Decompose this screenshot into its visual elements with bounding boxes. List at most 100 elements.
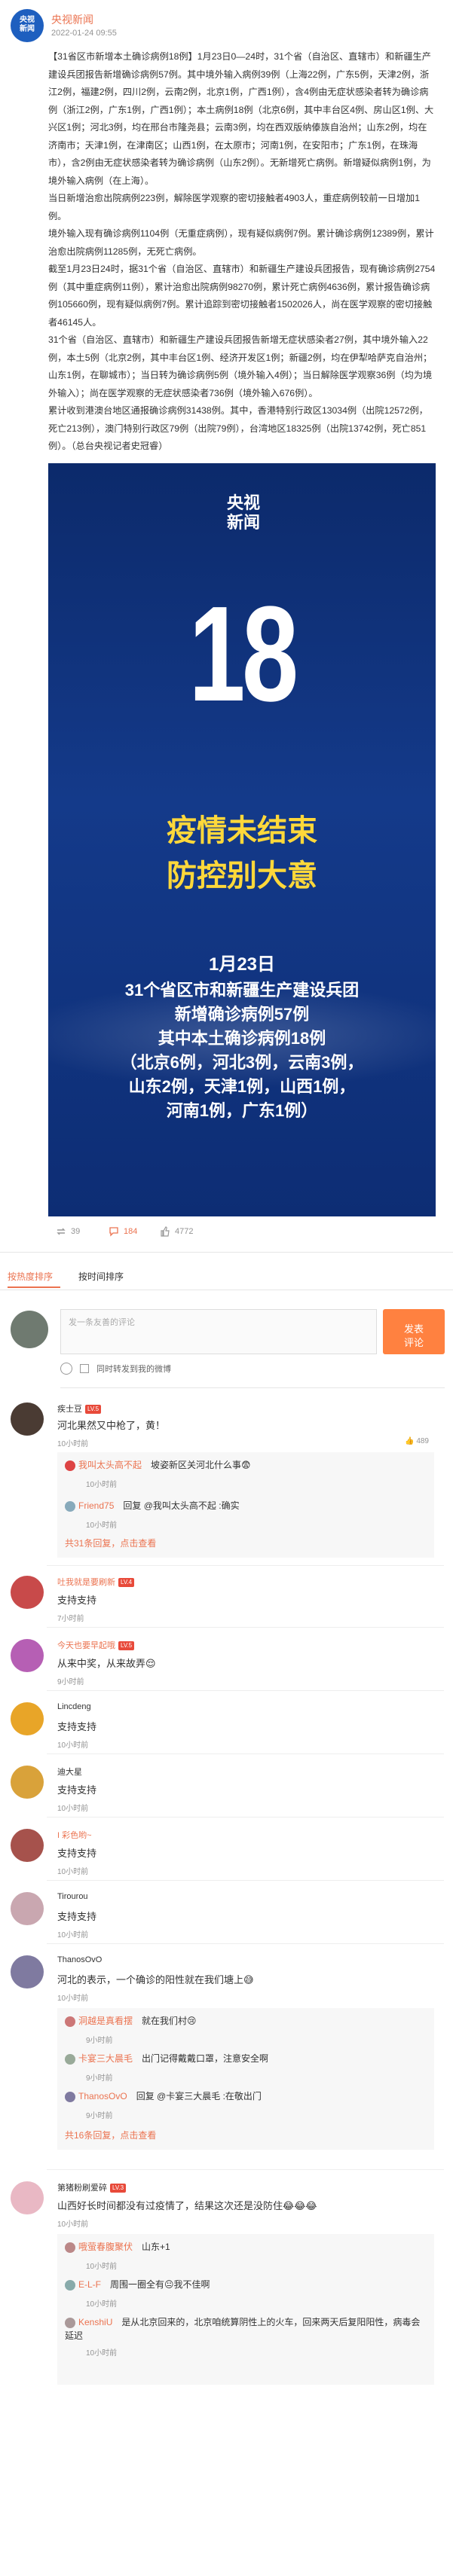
reply-avatar[interactable]: [65, 1460, 75, 1471]
repost-checkbox[interactable]: [80, 1364, 89, 1373]
poster-line: 31个省区市和新疆生产建设兵团: [124, 981, 360, 1000]
post-paragraph: 当日新增治愈出院病例223例，解除医学观察的密切接触者4903人，重症病例较前一…: [48, 193, 420, 221]
commenter-name-text: 今天也要早起哦: [57, 1641, 115, 1650]
comment-text: 支持支持: [57, 1784, 97, 1796]
post-comment-button[interactable]: 发表 评论: [383, 1309, 445, 1354]
comment-time: 10小时前: [57, 1868, 89, 1876]
reply-name[interactable]: KenshiU: [78, 2317, 112, 2327]
commenter-name[interactable]: 迪大星: [57, 1766, 82, 1778]
commenter-avatar[interactable]: [11, 2181, 44, 2214]
reply-avatar[interactable]: [65, 2091, 75, 2102]
comment-text: 从来中奖，从来故弄😌: [57, 1658, 156, 1669]
tab-sort-hot[interactable]: 按热度排序: [8, 1270, 53, 1283]
more-replies-text: 共31条回复，点击查看: [65, 1538, 157, 1549]
repost-count: 39: [71, 1227, 81, 1236]
commenter-name-text: 吐我就是要刷新: [57, 1578, 115, 1587]
reply-time: 10小时前: [86, 1481, 118, 1489]
repost-icon: [57, 1228, 66, 1235]
author-avatar[interactable]: 央视 新闻: [11, 9, 44, 42]
post-paragraph: 累计收到港澳台地区通报确诊病例31438例。其中，香港特别行政区13034例（出…: [48, 405, 428, 451]
thumbs-up-icon: [161, 1226, 170, 1237]
repost-button[interactable]: 39: [56, 1226, 80, 1237]
reply-time: 9小时前: [86, 2112, 113, 2120]
comment-time: 10小时前: [57, 1741, 89, 1750]
reply-name[interactable]: E-L-F: [78, 2279, 101, 2290]
commenter-avatar[interactable]: [11, 1766, 44, 1799]
reply-avatar[interactable]: [65, 1500, 75, 1512]
divider: [60, 1387, 445, 1388]
commenter-name[interactable]: 第猪粉刷爱碎 LV.3: [57, 2181, 127, 2193]
reply-name[interactable]: 洞越是真看摆: [78, 2016, 133, 2026]
reply-time: 10小时前: [86, 1521, 118, 1530]
comment-sort-tabs: 按热度排序 按时间排序: [0, 1264, 453, 1290]
more-replies-link[interactable]: 共31条回复，点击查看: [65, 1537, 427, 1549]
commenter-name[interactable]: Lincdeng: [57, 1702, 91, 1711]
reply-avatar[interactable]: [65, 2053, 75, 2065]
comment-time: 9小时前: [57, 1678, 84, 1686]
commenter-name[interactable]: ThanosOvO: [57, 1955, 102, 1964]
commenter-avatar[interactable]: [11, 1702, 44, 1735]
compose-tools: 同时转发到我的微博: [60, 1362, 171, 1375]
comment-text: 河北的表示，一个确诊的阳性就在我们塘上😅: [57, 1974, 254, 1985]
poster-line: 其中本土确诊病例18例: [158, 1029, 326, 1048]
reply-avatar[interactable]: [65, 2317, 75, 2328]
comment-like-button[interactable]: 👍 489: [405, 1437, 429, 1445]
commenter-avatar[interactable]: [11, 1829, 44, 1862]
comment-text: 支持支持: [57, 1911, 97, 1922]
emoji-icon[interactable]: [60, 1363, 72, 1375]
divider: [47, 2169, 444, 2170]
commenter-avatar[interactable]: [11, 1892, 44, 1925]
commenter-name[interactable]: 今天也要早起哦 LV.5: [57, 1639, 135, 1651]
poster-slogan: 疫情未结束: [167, 814, 317, 847]
commenter-name[interactable]: 吐我就是要刷新 LV.4: [57, 1576, 135, 1588]
reply-item: KenshiU 是从北京回来的，北京咱统算阴性上的火车，回来两天后复阳阳性，病毒…: [65, 2315, 427, 2358]
comment-like-count: 489: [416, 1437, 429, 1445]
comment-button[interactable]: 184: [109, 1226, 137, 1237]
reply-name[interactable]: 我叫太头高不起: [78, 1460, 142, 1470]
reply-avatar[interactable]: [65, 2016, 75, 2027]
reply-time: 10小时前: [86, 2300, 118, 2309]
post-time[interactable]: 2022-01-24 09:55: [51, 29, 117, 38]
poster-logo: 央视 新闻: [225, 493, 262, 533]
post-image[interactable]: 央视 新闻 18 疫情未结束 防控别大意 1月23日 31个省区市和新疆生产建设…: [48, 463, 436, 1216]
commenter-avatar[interactable]: [11, 1576, 44, 1609]
comment-text: 支持支持: [57, 1721, 97, 1732]
poster-slogan: 防控别大意: [167, 859, 317, 893]
reply-name[interactable]: Friend75: [78, 1500, 114, 1511]
reply-text: 周围一圈全有😐我不佳啊: [110, 2279, 210, 2290]
like-button[interactable]: 4772: [160, 1226, 193, 1237]
reply-time: 10小时前: [86, 2263, 118, 2271]
post-actions: 39 184 4772: [48, 1226, 436, 1241]
comment-icon: [109, 1227, 118, 1237]
more-replies-link[interactable]: 共16条回复，点击查看: [65, 2129, 427, 2141]
level-badge: LV.4: [118, 1578, 135, 1588]
commenter-name[interactable]: Tirourou: [57, 1892, 88, 1901]
commenter-name[interactable]: 疾士豆 LV.5: [57, 1402, 102, 1415]
reply-avatar[interactable]: [65, 2279, 75, 2291]
divider: [47, 1880, 444, 1881]
poster-date: 1月23日: [208, 954, 276, 975]
divider: [47, 1817, 444, 1818]
reply-text: 回复 @我叫太头高不起 :确实: [123, 1500, 240, 1511]
commenter-name[interactable]: I 彩色哟~: [57, 1829, 92, 1841]
reply-name[interactable]: ThanosOvO: [78, 2091, 127, 2101]
reply-name[interactable]: 哦萤春腹聚伏: [78, 2242, 133, 2252]
commenter-name-text: I 彩色哟~: [57, 1831, 92, 1840]
level-badge: LV.5: [85, 1405, 102, 1415]
author-name[interactable]: 央视新闻: [51, 12, 93, 27]
commenter-name-text: 第猪粉刷爱碎: [57, 2184, 107, 2193]
commenter-avatar[interactable]: [11, 1955, 44, 1988]
reply-text: 回复 @卡宴三大晨毛 :在敬出门: [136, 2091, 262, 2101]
tab-sort-time[interactable]: 按时间排序: [78, 1270, 124, 1283]
commenter-avatar[interactable]: [11, 1639, 44, 1672]
comment-input[interactable]: 发一条友善的评论: [60, 1309, 377, 1354]
active-tab-indicator: [8, 1286, 60, 1288]
commenter-avatar[interactable]: [11, 1402, 44, 1436]
divider: [47, 1565, 444, 1566]
current-user-avatar[interactable]: [11, 1311, 48, 1348]
more-replies-text: 共16条回复，点击查看: [65, 2130, 157, 2141]
reply-item: 卡宴三大晨毛 出门记得戴戴口罩，注意安全啊 9小时前: [65, 2052, 427, 2083]
reply-item: Friend75 回复 @我叫太头高不起 :确实 10小时前: [65, 1499, 427, 1530]
reply-avatar[interactable]: [65, 2242, 75, 2253]
reply-name[interactable]: 卡宴三大晨毛: [78, 2053, 133, 2064]
